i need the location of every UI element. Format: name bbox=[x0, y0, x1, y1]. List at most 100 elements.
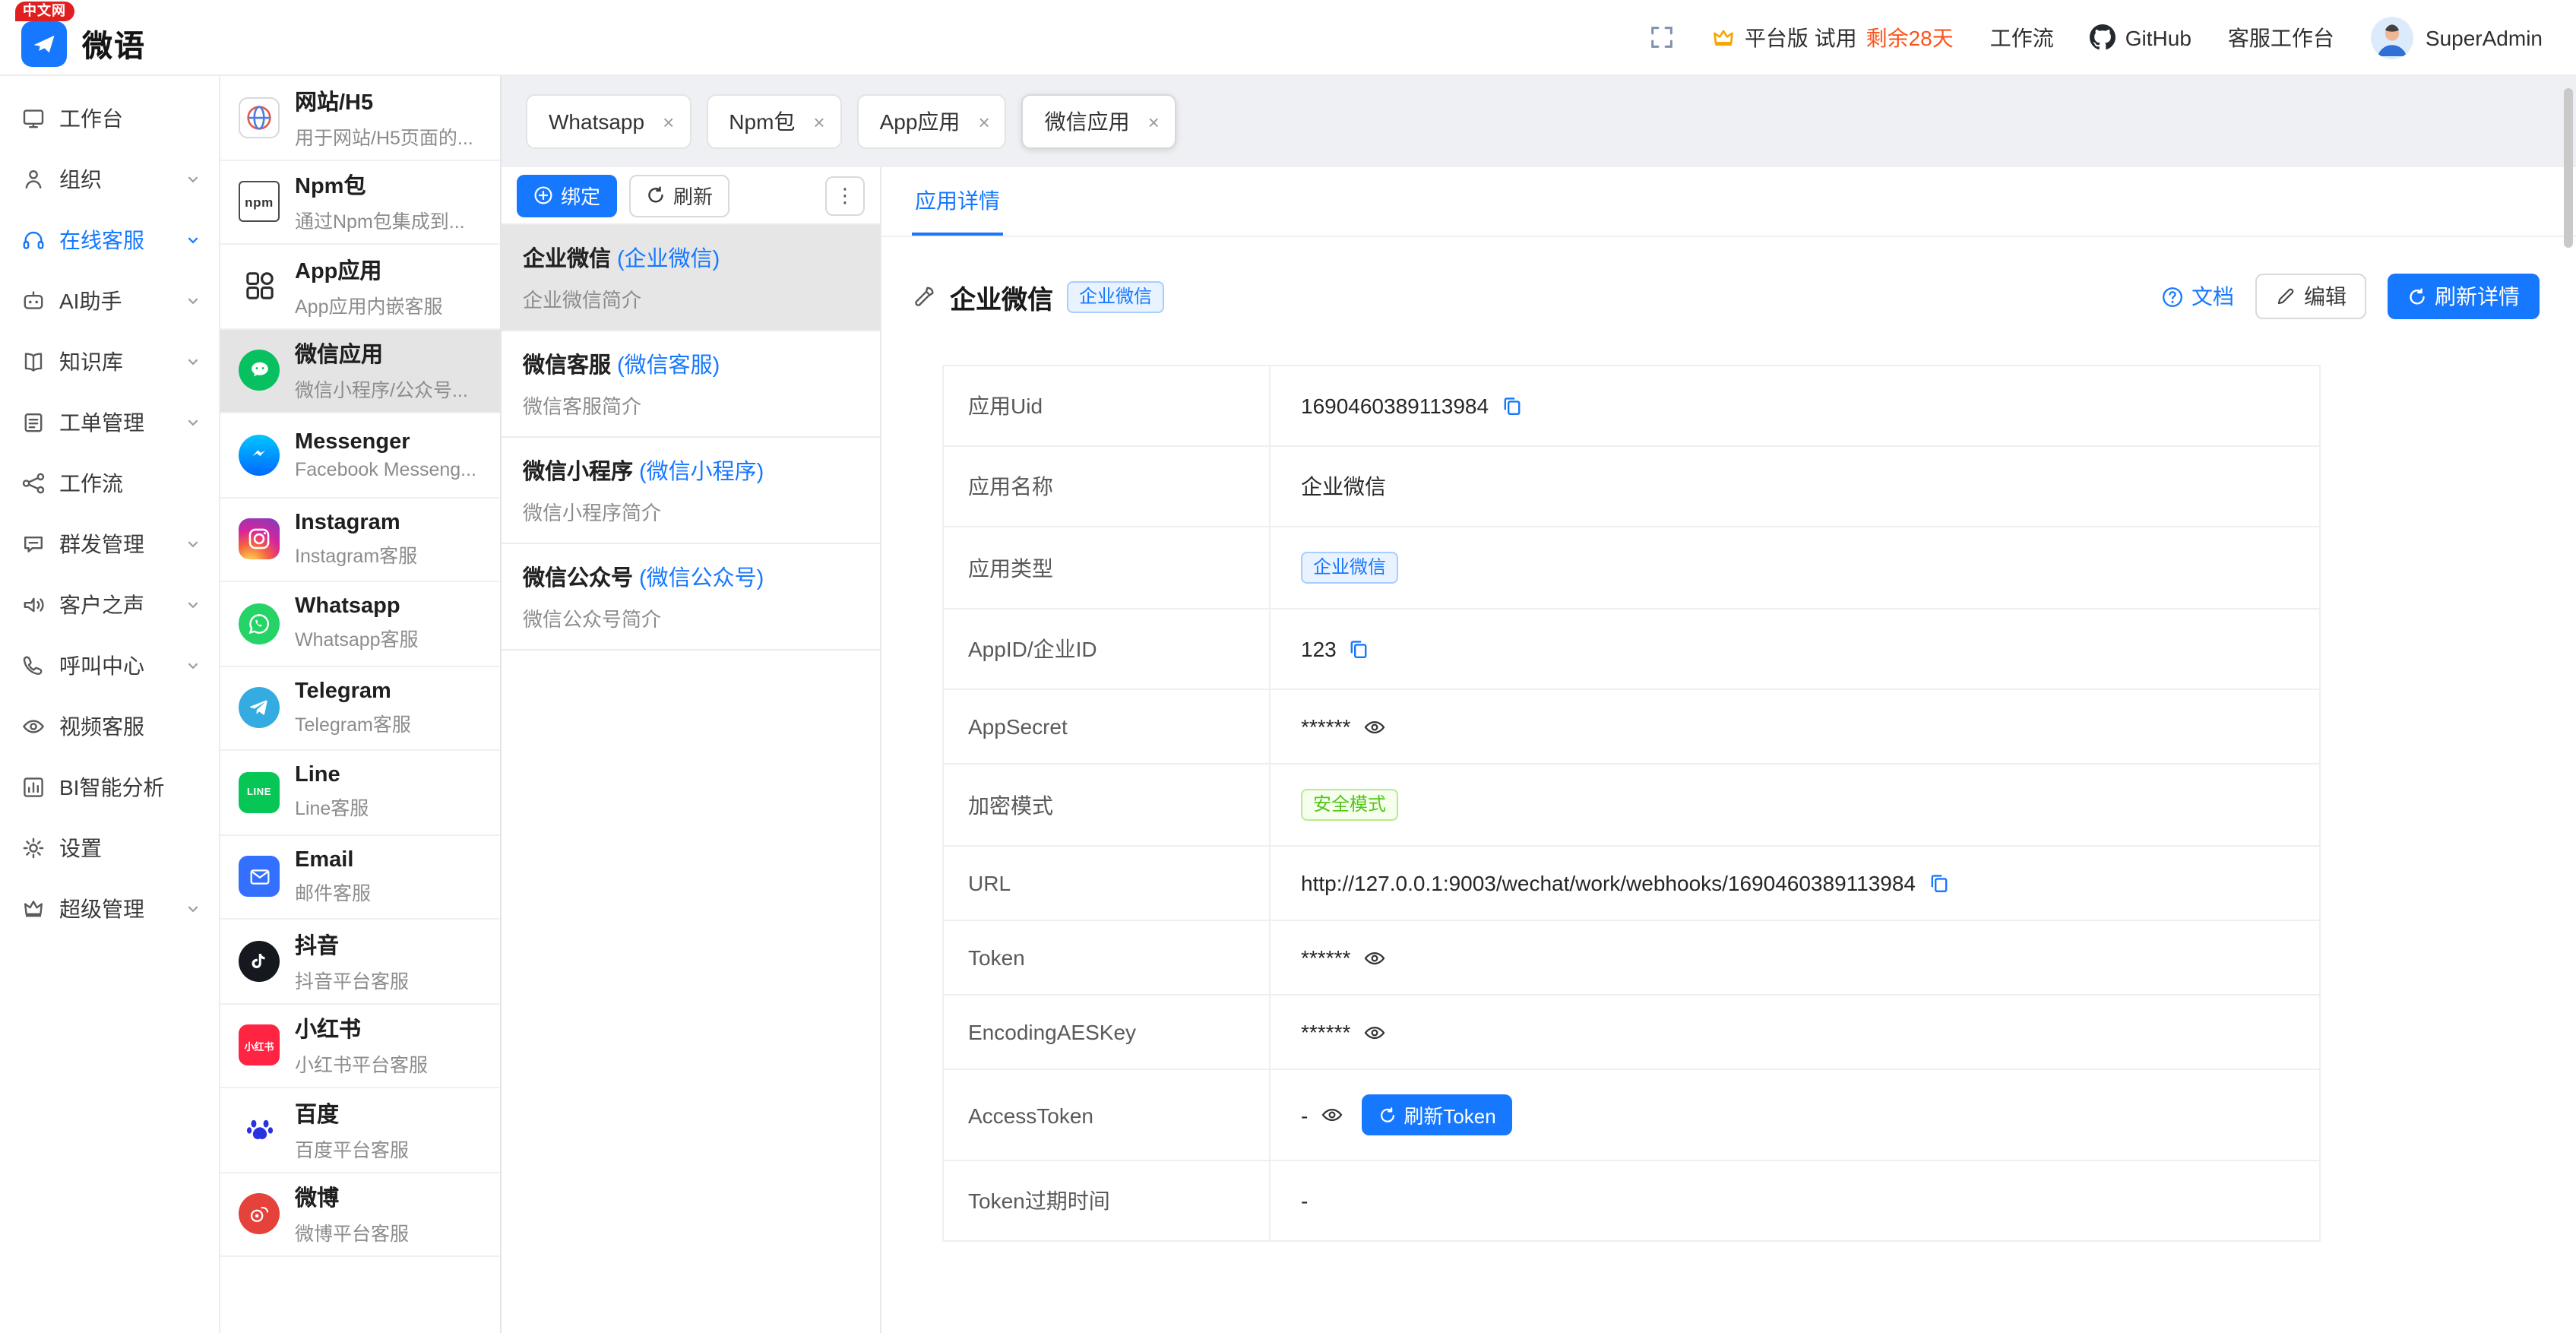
sidebar-item-call-center[interactable]: 呼叫中心 bbox=[0, 635, 219, 696]
channel-name: Email bbox=[295, 848, 371, 872]
copy-icon[interactable] bbox=[1928, 872, 1949, 894]
tab-app[interactable]: App应用 × bbox=[857, 94, 1007, 149]
channel-name: Npm包 bbox=[295, 169, 465, 201]
sidebar-item-video-service[interactable]: 视频客服 bbox=[0, 696, 219, 757]
sidebar-item-online-service[interactable]: 在线客服 bbox=[0, 210, 219, 271]
refresh-detail-button[interactable]: 刷新详情 bbox=[2388, 274, 2540, 319]
bind-button[interactable]: 绑定 bbox=[517, 174, 617, 217]
sidebar-item-ai-assistant[interactable]: AI助手 bbox=[0, 271, 219, 331]
refresh-token-button[interactable]: 刷新Token bbox=[1361, 1094, 1512, 1135]
user-menu[interactable]: SuperAdmin bbox=[2371, 16, 2543, 59]
doc-link[interactable]: 文档 bbox=[2161, 281, 2234, 312]
app-item-name: 微信客服 bbox=[523, 354, 611, 378]
channel-item-wechat[interactable]: 微信应用微信小程序/公众号... bbox=[220, 329, 500, 413]
channel-item-messenger[interactable]: MessengerFacebook Messeng... bbox=[220, 413, 500, 498]
channel-name: 百度 bbox=[295, 1097, 409, 1129]
fullscreen-icon[interactable] bbox=[1649, 24, 1675, 50]
app-item-link[interactable]: (微信公众号) bbox=[639, 567, 764, 591]
npm-icon: npm bbox=[239, 182, 280, 223]
value-text: - bbox=[1301, 1189, 1308, 1213]
app-item-miniprogram[interactable]: 微信小程序(微信小程序) 微信小程序简介 bbox=[502, 438, 880, 544]
channel-item-whatsapp[interactable]: WhatsappWhatsapp客服 bbox=[220, 582, 500, 666]
top-link-github[interactable]: GitHub bbox=[2090, 24, 2191, 50]
page-scrollbar[interactable] bbox=[2564, 88, 2573, 248]
value-text: ****** bbox=[1301, 945, 1350, 970]
channel-desc: 微博平台客服 bbox=[295, 1218, 409, 1247]
phone-icon bbox=[21, 654, 46, 678]
channel-desc: 用于网站/H5页面的... bbox=[295, 122, 473, 150]
channel-item-telegram[interactable]: TelegramTelegram客服 bbox=[220, 666, 500, 751]
value-text: 1690460389113984 bbox=[1301, 394, 1489, 418]
refresh-button[interactable]: 刷新 bbox=[629, 174, 729, 217]
app-item-work-wechat[interactable]: 企业微信(企业微信) 企业微信简介 bbox=[502, 225, 880, 331]
top-link-workflow[interactable]: 工作流 bbox=[1990, 22, 2054, 52]
channel-item-app[interactable]: App应用App应用内嵌客服 bbox=[220, 245, 500, 329]
value-text: http://127.0.0.1:9003/wechat/work/webhoo… bbox=[1301, 871, 1916, 895]
tab-npm[interactable]: Npm包 × bbox=[706, 94, 841, 149]
row-value: ****** bbox=[1271, 996, 2319, 1069]
close-icon[interactable]: × bbox=[813, 112, 824, 131]
eye-icon[interactable] bbox=[1362, 946, 1385, 969]
chevron-down-icon bbox=[185, 172, 201, 187]
sidebar-item-voice-of-customer[interactable]: 客户之声 bbox=[0, 575, 219, 635]
headset-icon bbox=[21, 228, 46, 252]
channel-item-xiaohongshu[interactable]: 小红书 小红书小红书平台客服 bbox=[220, 1004, 500, 1088]
channel-texts: 微信应用微信小程序/公众号... bbox=[295, 338, 468, 404]
sidebar-item-org[interactable]: 组织 bbox=[0, 149, 219, 210]
close-icon[interactable]: × bbox=[1148, 112, 1160, 131]
channel-item-npm[interactable]: npm Npm包通过Npm包集成到... bbox=[220, 160, 500, 245]
channel-texts: 小红书小红书平台客服 bbox=[295, 1013, 428, 1078]
sidebar-item-knowledge-base[interactable]: 知识库 bbox=[0, 331, 219, 392]
xiaohongshu-icon-text: 小红书 bbox=[245, 1038, 274, 1053]
xiaohongshu-icon: 小红书 bbox=[239, 1025, 280, 1066]
channel-name: Instagram bbox=[295, 511, 417, 535]
top-link-agent-workbench[interactable]: 客服工作台 bbox=[2228, 22, 2334, 52]
more-options-icon[interactable]: ⋮ bbox=[825, 176, 865, 215]
sidebar-item-tickets[interactable]: 工单管理 bbox=[0, 392, 219, 453]
channel-item-website[interactable]: 网站/H5用于网站/H5页面的... bbox=[220, 76, 500, 160]
copy-icon[interactable] bbox=[1349, 638, 1370, 660]
channel-item-instagram[interactable]: InstagramInstagram客服 bbox=[220, 498, 500, 582]
app-item-wechat-kefu[interactable]: 微信客服(微信客服) 微信客服简介 bbox=[502, 331, 880, 438]
row-url: URL http://127.0.0.1:9003/wechat/work/we… bbox=[944, 847, 2319, 921]
chevron-down-icon bbox=[185, 537, 201, 552]
line-icon: LINE bbox=[239, 772, 280, 813]
eye-icon[interactable] bbox=[1362, 715, 1385, 738]
edit-button[interactable]: 编辑 bbox=[2255, 274, 2366, 319]
tab-wechat[interactable]: 微信应用 × bbox=[1022, 94, 1176, 149]
channel-item-baidu[interactable]: 百度百度平台客服 bbox=[220, 1088, 500, 1173]
close-icon[interactable]: × bbox=[663, 112, 674, 131]
channel-item-weibo[interactable]: 微博微博平台客服 bbox=[220, 1173, 500, 1257]
sidebar-label: 超级管理 bbox=[59, 894, 144, 924]
brand[interactable]: 微语 bbox=[21, 21, 146, 66]
app-item-official-account[interactable]: 微信公众号(微信公众号) 微信公众号简介 bbox=[502, 544, 880, 651]
sidebar-item-workbench[interactable]: 工作台 bbox=[0, 88, 219, 149]
tab-app-detail[interactable]: 应用详情 bbox=[912, 167, 1003, 236]
eye-icon[interactable] bbox=[1362, 1021, 1385, 1043]
channel-item-douyin[interactable]: 抖音抖音平台客服 bbox=[220, 920, 500, 1004]
row-app-name: 应用名称 企业微信 bbox=[944, 447, 2319, 527]
channel-desc: 百度平台客服 bbox=[295, 1134, 409, 1163]
sidebar-label: 工单管理 bbox=[59, 407, 144, 438]
sidebar-item-broadcast[interactable]: 群发管理 bbox=[0, 514, 219, 575]
channel-item-line[interactable]: LINE LineLine客服 bbox=[220, 751, 500, 835]
copy-icon[interactable] bbox=[1501, 395, 1522, 416]
row-value: 123 bbox=[1271, 610, 2319, 689]
line-icon-text: LINE bbox=[247, 787, 271, 798]
plan-badge[interactable]: 平台版 试用 剩余28天 bbox=[1711, 22, 1954, 52]
sidebar-label: 工作台 bbox=[59, 103, 123, 134]
tab-whatsapp[interactable]: Whatsapp × bbox=[526, 94, 691, 149]
app-item-link[interactable]: (微信小程序) bbox=[639, 461, 764, 485]
channel-item-email[interactable]: Email邮件客服 bbox=[220, 835, 500, 920]
close-icon[interactable]: × bbox=[978, 112, 989, 131]
telegram-icon bbox=[239, 688, 280, 729]
sidebar-item-workflow[interactable]: 工作流 bbox=[0, 453, 219, 514]
sidebar-item-super-admin[interactable]: 超级管理 bbox=[0, 879, 219, 939]
eye-icon[interactable] bbox=[1320, 1103, 1343, 1126]
sidebar-item-settings[interactable]: 设置 bbox=[0, 818, 219, 879]
row-app-uid: 应用Uid 1690460389113984 bbox=[944, 366, 2319, 447]
sidebar-item-bi-analytics[interactable]: BI智能分析 bbox=[0, 757, 219, 818]
app-item-link[interactable]: (企业微信) bbox=[617, 248, 720, 272]
app-item-link[interactable]: (微信客服) bbox=[617, 354, 720, 378]
refresh-token-label: 刷新Token bbox=[1404, 1100, 1495, 1129]
